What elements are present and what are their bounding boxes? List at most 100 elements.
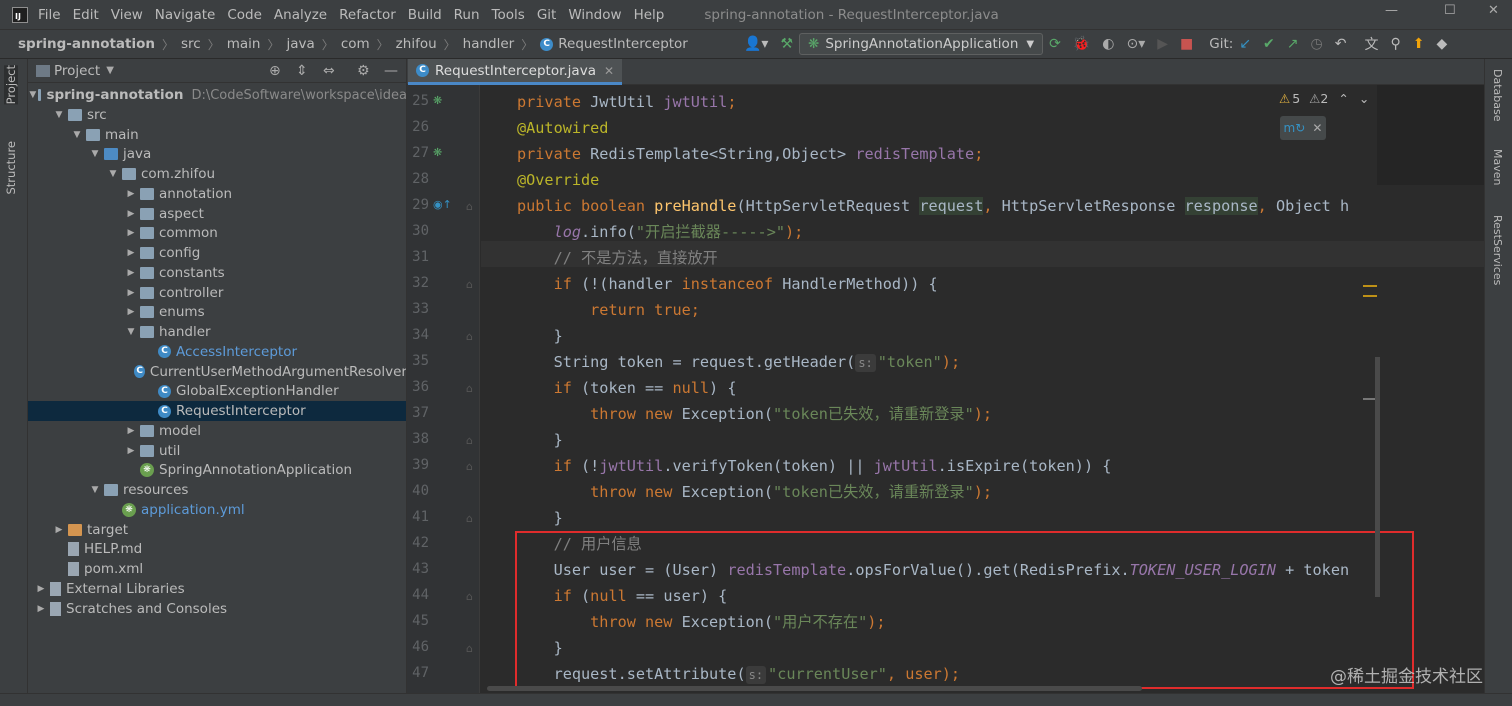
code-line[interactable]: public boolean preHandle(HttpServletRequ…	[517, 193, 1349, 219]
code-line[interactable]: private JwtUtil jwtUtil;	[517, 89, 736, 115]
tab-request-interceptor[interactable]: C RequestInterceptor.java ✕	[408, 59, 623, 85]
profile-icon[interactable]: ⊙▾	[1126, 36, 1145, 52]
menu-help[interactable]: Help	[634, 7, 665, 23]
build-hammer-icon[interactable]: ⚒	[780, 36, 793, 52]
close-tab-icon[interactable]: ✕	[604, 64, 614, 78]
code-line[interactable]: return true;	[517, 297, 700, 323]
warning-marker[interactable]	[1363, 285, 1377, 287]
search-icon[interactable]: ⚲	[1390, 36, 1400, 52]
menu-analyze[interactable]: Analyze	[274, 7, 327, 23]
breadcrumb-item[interactable]: main	[227, 36, 261, 52]
breadcrumb-item[interactable]: zhifou	[396, 36, 437, 52]
tree-item[interactable]: ▼ src	[28, 105, 406, 125]
menu-navigate[interactable]: Navigate	[155, 7, 216, 23]
menu-edit[interactable]: Edit	[73, 7, 99, 23]
tab-rest-services[interactable]: RestServices	[1491, 215, 1504, 285]
fold-icon[interactable]: ⌂	[466, 330, 473, 343]
code-line[interactable]: @Autowired	[517, 115, 608, 141]
chevron-down-icon[interactable]: ▼	[106, 65, 114, 76]
chevron-down-icon[interactable]: ▼	[29, 90, 36, 100]
breadcrumb-item[interactable]: src	[181, 36, 201, 52]
tree-item[interactable]: ▶ Scratches and Consoles	[28, 599, 406, 619]
update-icon[interactable]: ⬆	[1413, 36, 1425, 52]
code-line[interactable]: throw new Exception("token已失效，请重新登录");	[517, 479, 992, 505]
code-line[interactable]: throw new Exception("token已失效，请重新登录");	[517, 401, 992, 427]
tree-item[interactable]: ▶ enums	[28, 302, 406, 322]
tab-maven[interactable]: Maven	[1491, 149, 1504, 185]
tree-item[interactable]: ▶ annotation	[28, 184, 406, 204]
fold-icon[interactable]: ⌂	[466, 200, 473, 213]
tree-item[interactable]: ▼ spring-annotation D:\CodeSoftware\worksp…	[28, 85, 406, 105]
warning-marker[interactable]	[1363, 295, 1377, 297]
tree-item[interactable]: ▶ aspect	[28, 204, 406, 224]
menu-window[interactable]: Window	[568, 7, 621, 23]
chevron-down-icon[interactable]: ▼	[88, 485, 102, 495]
fold-icon[interactable]: ⌂	[466, 642, 473, 655]
code-editor[interactable]: 25 26 27 28 29 30 31 32 33 34 35 36 37 38 39 40 41 42 43 44…	[407, 85, 1484, 693]
chevron-right-icon[interactable]: ▶	[124, 228, 138, 238]
code-line[interactable]: @Override	[517, 167, 599, 193]
override-icon[interactable]: ◉↑	[433, 198, 452, 211]
minimap[interactable]	[1377, 85, 1484, 185]
minimize-icon[interactable]: —	[1385, 3, 1398, 18]
user-icon[interactable]: 👤▾	[744, 36, 768, 52]
tree-item[interactable]: ▶ controller	[28, 283, 406, 303]
run-configuration-select[interactable]: ❋ SpringAnnotationApplication ▼	[799, 33, 1044, 55]
tree-item[interactable]: C CurrentUserMethodArgumentResolver	[28, 362, 406, 382]
tree-item[interactable]: ▼ resources	[28, 480, 406, 500]
git-history-icon[interactable]: ◷	[1311, 36, 1323, 52]
expand-all-icon[interactable]: ⇕	[296, 63, 308, 79]
fold-icon[interactable]: ⌂	[466, 590, 473, 603]
chevron-down-icon[interactable]: ▼	[52, 110, 66, 120]
chevron-right-icon[interactable]: ▶	[124, 446, 138, 456]
git-rollback-icon[interactable]: ↶	[1335, 36, 1347, 52]
chevron-right-icon[interactable]: ▶	[124, 288, 138, 298]
menu-view[interactable]: View	[111, 7, 143, 23]
tree-item[interactable]: HELP.md	[28, 539, 406, 559]
chevron-right-icon[interactable]: ▶	[52, 525, 66, 535]
tree-item[interactable]: ▼ java	[28, 144, 406, 164]
chevron-down-icon[interactable]: ▼	[70, 130, 84, 140]
tab-structure[interactable]: Structure	[4, 141, 18, 195]
tree-item[interactable]: C AccessInterceptor	[28, 342, 406, 362]
code-line[interactable]: }	[517, 323, 563, 349]
gear-icon[interactable]: ⚙	[357, 63, 370, 79]
code-line[interactable]: if (!jwtUtil.verifyToken(token) || jwtUt…	[517, 453, 1112, 479]
horizontal-scrollbar[interactable]	[487, 686, 1142, 691]
git-update-icon[interactable]: ↙	[1239, 36, 1251, 52]
tree-item[interactable]: ▶ model	[28, 421, 406, 441]
translate-icon[interactable]: 文	[1364, 34, 1378, 54]
inspection-widget[interactable]: ⚠ 5 ⚠ 2 ⌃ ⌄	[1279, 91, 1369, 106]
spring-bean-icon[interactable]: ❋	[433, 146, 442, 159]
fold-icon[interactable]: ⌂	[466, 512, 473, 525]
collapse-all-icon[interactable]: ⇔	[323, 63, 335, 79]
locate-icon[interactable]: ⊕	[269, 63, 281, 79]
close-popup-icon[interactable]: ✕	[1312, 121, 1322, 135]
fold-icon[interactable]: ⌂	[466, 278, 473, 291]
fold-icon[interactable]: ⌂	[466, 434, 473, 447]
code-line[interactable]: if (token == null) {	[517, 375, 737, 401]
project-panel-title[interactable]: Project	[54, 63, 100, 79]
tree-item[interactable]: pom.xml	[28, 559, 406, 579]
chevron-down-icon[interactable]: ▼	[88, 149, 102, 159]
code-line[interactable]: String token = request.getHeader(s: "toke…	[517, 349, 960, 375]
tree-item[interactable]: ▶ External Libraries	[28, 579, 406, 599]
chevron-right-icon[interactable]: ▶	[124, 209, 138, 219]
close-icon[interactable]: ✕	[1488, 3, 1499, 18]
breadcrumb-item[interactable]: com	[341, 36, 370, 52]
tree-item[interactable]: ▶ util	[28, 441, 406, 461]
coverage-icon[interactable]: ◐	[1102, 36, 1114, 52]
code-line[interactable]: }	[517, 505, 563, 531]
tree-item[interactable]: C RequestInterceptor	[28, 401, 406, 421]
tree-item[interactable]: ▼ handler	[28, 322, 406, 342]
tree-item[interactable]: ▼ main	[28, 125, 406, 145]
git-push-icon[interactable]: ↗	[1287, 36, 1299, 52]
fold-icon[interactable]: ⌂	[466, 382, 473, 395]
breadcrumb-item[interactable]: java	[287, 36, 315, 52]
chevron-right-icon[interactable]: ▶	[124, 426, 138, 436]
menu-code[interactable]: Code	[227, 7, 262, 23]
tree-item[interactable]: ▼ com.zhifou	[28, 164, 406, 184]
tree-item[interactable]: C GlobalExceptionHandler	[28, 381, 406, 401]
chevron-right-icon[interactable]: ▶	[124, 268, 138, 278]
reader-mode-popup[interactable]: m↻ ✕	[1280, 116, 1326, 140]
